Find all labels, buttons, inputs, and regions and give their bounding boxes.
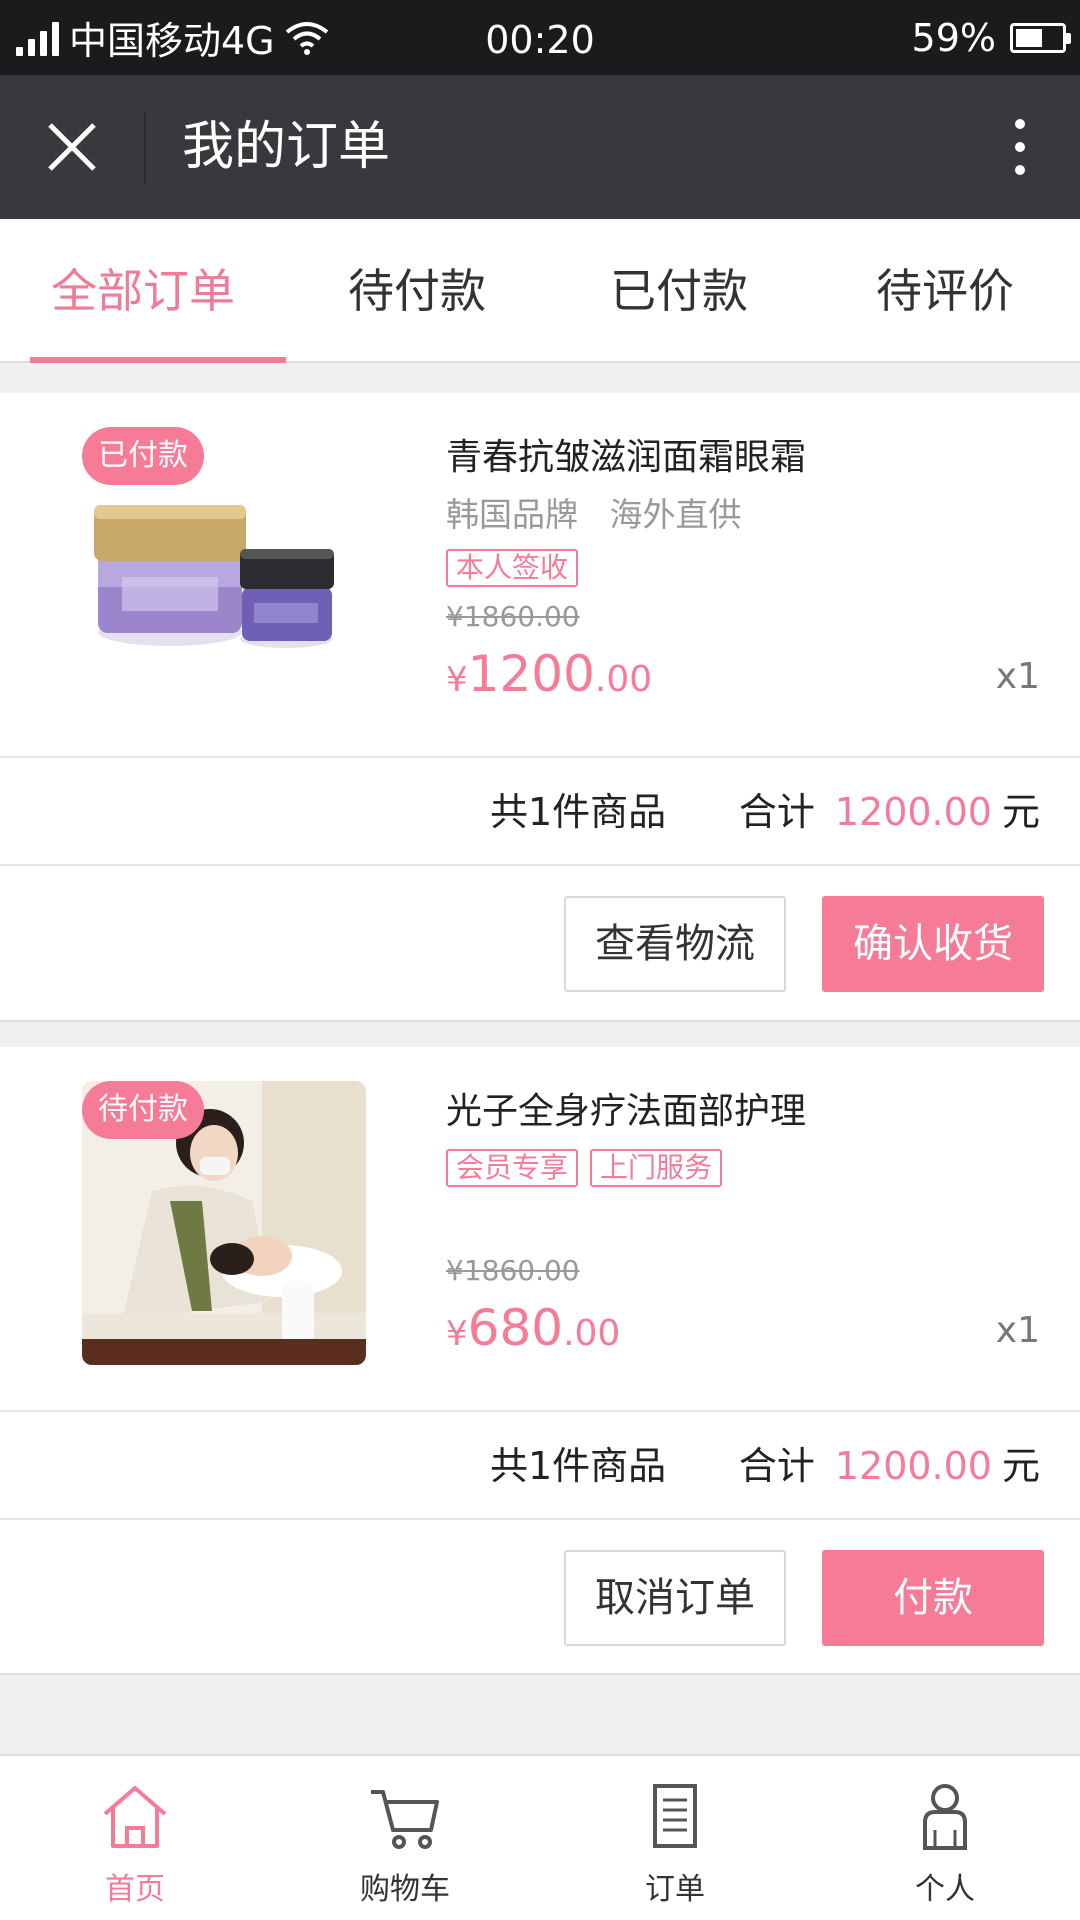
battery-fill	[1016, 28, 1042, 47]
quantity: x1	[995, 656, 1040, 697]
nav-item-home[interactable]: 首页	[0, 1756, 270, 1920]
tab-pending-review[interactable]: 待评价	[810, 219, 1080, 361]
order-summary: 共1件商品 合计 1200.00 元	[0, 758, 1080, 866]
nav-item-profile[interactable]: 个人	[810, 1756, 1080, 1920]
product-subtitle: 韩国品牌 海外直供	[446, 495, 742, 534]
bottom-nav: 首页 购物车 订单 个人	[0, 1754, 1080, 1920]
tab-paid[interactable]: 已付款	[548, 219, 810, 361]
status-bar: 中国移动4G 00:20 59%	[0, 0, 1080, 75]
original-price: ¥1860.00	[446, 1254, 580, 1287]
item-info: 青春抗皱滋润面霜眼霜 韩国品牌 海外直供 本人签收 ¥1860.00 ¥1200…	[446, 433, 1040, 733]
price-symbol: ¥	[446, 1314, 468, 1354]
more-dot-icon	[1015, 165, 1025, 175]
close-button[interactable]	[32, 109, 112, 185]
item-info: 光子全身疗法面部护理 会员专享 上门服务 ¥1860.00 ¥680.00 x1	[446, 1087, 1040, 1387]
price-decimal: .00	[594, 659, 653, 700]
quantity: x1	[995, 1310, 1040, 1351]
page-title: 我的订单	[182, 117, 391, 177]
order-item-row[interactable]: 已付款 青春抗皱滋润面霜眼霜 韩国品牌 海外直供 本人签收 ¥1860.00 ¥…	[0, 393, 1080, 758]
product-tags: 会员专享 上门服务	[446, 1149, 1040, 1187]
confirm-receipt-button[interactable]: 确认收货	[822, 896, 1044, 992]
person-icon	[923, 1784, 967, 1850]
total-label: 合计	[738, 790, 815, 834]
order-total: 合计 1200.00 元	[739, 1412, 1040, 1520]
total-amount: 1200.00	[834, 790, 992, 834]
title-bar: 我的订单	[0, 75, 1080, 219]
order-actions: 取消订单 付款	[0, 1520, 1080, 1674]
current-price: ¥1200.00	[446, 645, 652, 703]
total-unit: 元	[1001, 1444, 1040, 1488]
nav-item-orders[interactable]: 订单	[540, 1756, 810, 1920]
order-actions: 查看物流 确认收货	[0, 866, 1080, 1020]
item-count: 共1件商品	[490, 1444, 667, 1488]
product-name: 光子全身疗法面部护理	[446, 1091, 807, 1132]
order-tabs: 全部订单 待付款 已付款 待评价	[0, 219, 1080, 363]
battery-percent: 59%	[911, 15, 996, 60]
order-item-row[interactable]: 待付款 光子全身疗法面部护理 会员专享 上门服务 ¥1860.00 ¥680.0…	[0, 1047, 1080, 1412]
tab-all-orders[interactable]: 全部订单	[0, 219, 286, 363]
more-dot-icon	[1015, 119, 1025, 129]
cancel-order-button[interactable]: 取消订单	[564, 1550, 786, 1646]
more-dot-icon	[1015, 142, 1025, 152]
status-right: 59%	[911, 0, 1071, 75]
product-name: 青春抗皱滋润面霜眼霜	[446, 437, 807, 478]
tag-home-service: 上门服务	[590, 1149, 723, 1187]
home-icon	[103, 1786, 167, 1848]
nav-label: 购物车	[360, 1872, 450, 1907]
product-image[interactable]: 待付款	[82, 1081, 366, 1365]
nav-label: 首页	[105, 1872, 165, 1907]
close-icon	[48, 123, 96, 171]
title-divider	[144, 111, 146, 183]
price-symbol: ¥	[446, 660, 468, 700]
price-integer: 680	[467, 1299, 564, 1357]
order-status-badge: 待付款	[82, 1081, 204, 1139]
item-count: 共1件商品	[490, 790, 667, 834]
more-menu-button[interactable]	[1000, 115, 1040, 179]
order-summary: 共1件商品 合计 1200.00 元	[0, 1412, 1080, 1520]
order-card: 待付款 光子全身疗法面部护理 会员专享 上门服务 ¥1860.00 ¥680.0…	[0, 1047, 1080, 1675]
total-amount: 1200.00	[834, 1444, 992, 1488]
product-image[interactable]: 已付款	[82, 427, 366, 711]
price-integer: 1200	[467, 645, 595, 703]
original-price: ¥1860.00	[446, 600, 580, 633]
price-decimal: .00	[563, 1313, 621, 1354]
order-list-icon	[653, 1784, 697, 1848]
view-logistics-button[interactable]: 查看物流	[564, 896, 786, 992]
battery-icon	[1010, 22, 1071, 53]
total-label: 合计	[738, 1444, 815, 1488]
product-tags: 本人签收	[446, 549, 1040, 587]
total-unit: 元	[1001, 790, 1040, 834]
nav-item-cart[interactable]: 购物车	[270, 1756, 540, 1920]
pay-button[interactable]: 付款	[822, 1550, 1044, 1646]
order-total: 合计 1200.00 元	[739, 758, 1040, 866]
tag-member-exclusive: 会员专享	[446, 1149, 579, 1187]
nav-label: 个人	[915, 1872, 975, 1907]
order-card: 已付款 青春抗皱滋润面霜眼霜 韩国品牌 海外直供 本人签收 ¥1860.00 ¥…	[0, 393, 1080, 1022]
order-status-badge: 已付款	[82, 427, 204, 485]
tab-pending-payment[interactable]: 待付款	[286, 219, 548, 361]
nav-label: 订单	[645, 1872, 705, 1907]
tag-self-signed: 本人签收	[446, 549, 579, 587]
current-price: ¥680.00	[446, 1299, 620, 1357]
cart-icon	[371, 1790, 439, 1849]
